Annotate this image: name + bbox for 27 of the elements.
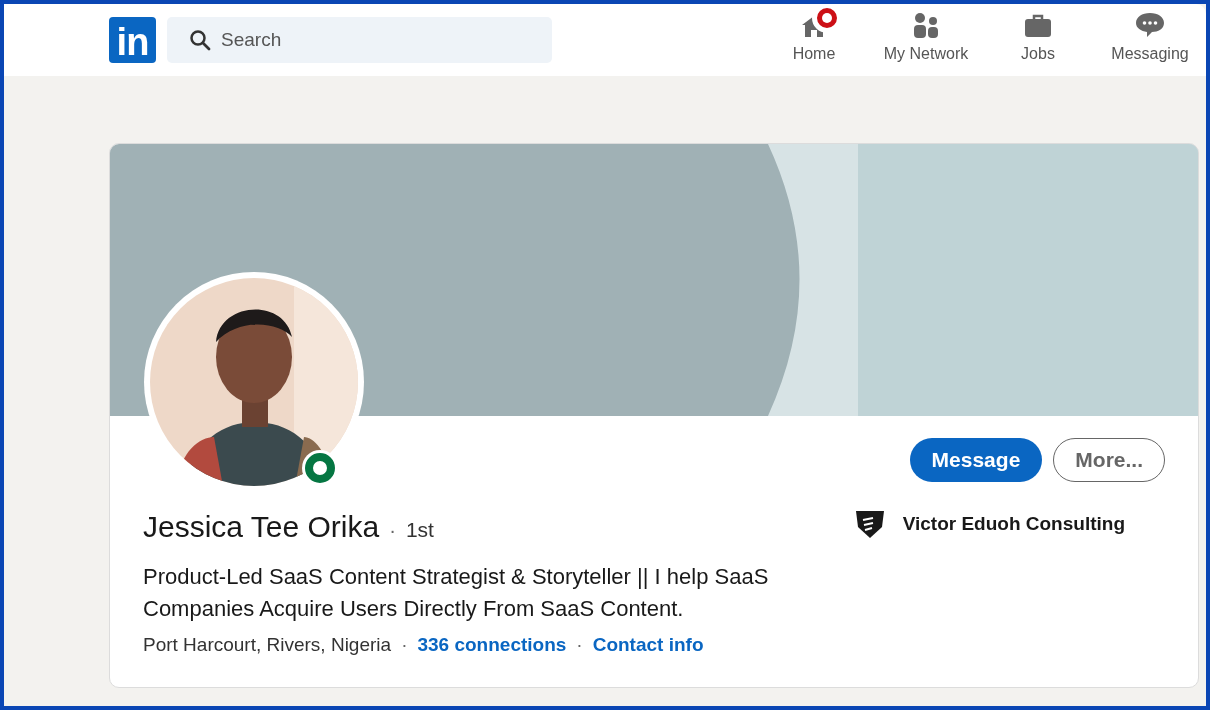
search-icon bbox=[189, 29, 211, 51]
profile-headline: Product-Led SaaS Content Strategist & Storyteller || I help SaaS Companies Acquire Users Directly From SaaS Content. bbox=[143, 563, 770, 623]
shield-logo-icon bbox=[854, 509, 885, 539]
separator-dot: · bbox=[389, 518, 396, 543]
people-icon bbox=[912, 12, 940, 38]
logo[interactable]: in bbox=[109, 17, 156, 63]
nav-label: Jobs bbox=[1021, 44, 1055, 64]
separator-dot: · bbox=[576, 633, 583, 657]
nav-item[interactable]: Home bbox=[758, 10, 870, 66]
company-name[interactable]: Victor Eduoh Consulting bbox=[902, 509, 1125, 539]
more-button[interactable]: More... bbox=[1053, 438, 1165, 482]
connections-link[interactable]: 336 connections bbox=[417, 631, 567, 660]
location: Port Harcourt, Rivers, Nigeria bbox=[143, 633, 392, 657]
nav-label: Messaging bbox=[1111, 44, 1189, 64]
nav-item[interactable]: Messaging bbox=[1094, 10, 1206, 66]
nav-label: My Network bbox=[883, 44, 969, 64]
briefcase-icon bbox=[1024, 14, 1052, 38]
separator-dot: · bbox=[401, 633, 408, 657]
connection-degree: 1st bbox=[405, 517, 434, 543]
message-button[interactable]: Message bbox=[909, 438, 1043, 482]
nav-label: Home bbox=[792, 44, 836, 64]
nav-item[interactable]: My Network bbox=[870, 10, 982, 66]
profile-name: Jessica Tee Orika bbox=[143, 509, 380, 545]
speech-bubble-icon bbox=[1135, 12, 1165, 38]
search-field[interactable]: Search bbox=[167, 17, 552, 63]
nav-item[interactable]: Jobs bbox=[982, 10, 1094, 66]
contact-info-link[interactable]: Contact info bbox=[592, 631, 704, 660]
